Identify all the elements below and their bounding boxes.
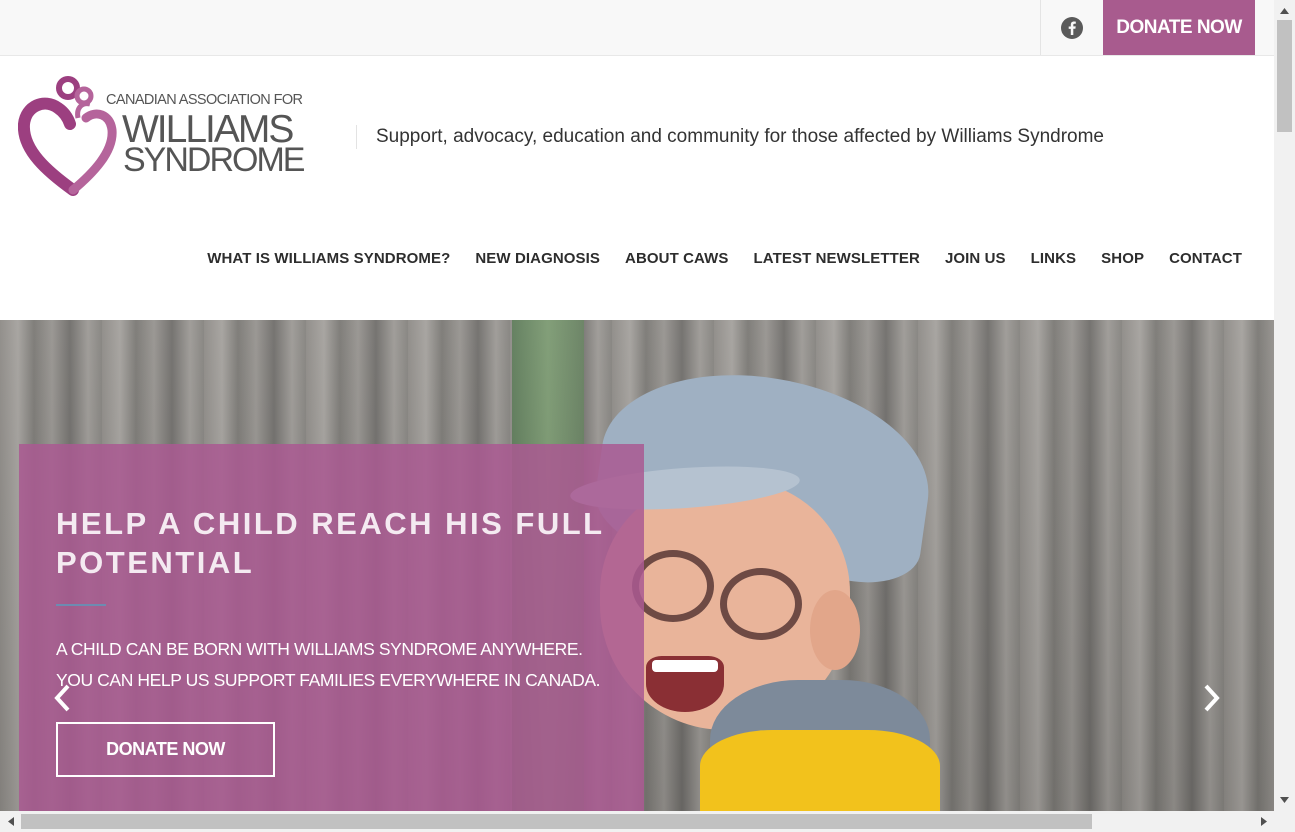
- horizontal-scrollbar-thumb[interactable]: [21, 814, 1092, 829]
- scroll-right-arrow-icon[interactable]: [1255, 811, 1273, 832]
- vertical-scrollbar[interactable]: [1274, 0, 1295, 811]
- nav-item-what-is-williams-syndrome[interactable]: WHAT IS WILLIAMS SYNDROME?: [207, 250, 450, 267]
- scroll-up-arrow-icon[interactable]: [1274, 2, 1295, 20]
- child-mouth: [646, 656, 724, 712]
- child-ear: [810, 590, 860, 670]
- nav-item-new-diagnosis[interactable]: NEW DIAGNOSIS: [475, 250, 600, 267]
- child-glasses-left: [632, 550, 714, 622]
- main-navigation: WHAT IS WILLIAMS SYNDROME? NEW DIAGNOSIS…: [207, 250, 1242, 267]
- site-logo[interactable]: CANADIAN ASSOCIATION FOR WILLIAMS SYNDRO…: [18, 72, 338, 200]
- chevron-right-icon: [1204, 684, 1220, 712]
- hero-title: HELP A CHILD REACH HIS FULL POTENTIAL: [56, 506, 605, 580]
- logo-text-association: CANADIAN ASSOCIATION FOR: [106, 92, 303, 108]
- hero-donate-now-button[interactable]: DONATE NOW: [56, 722, 275, 777]
- nav-item-join-us[interactable]: JOIN US: [945, 250, 1006, 267]
- hero-slider: HELP A CHILD REACH HIS FULL POTENTIAL A …: [0, 320, 1274, 811]
- facebook-icon: [1061, 16, 1083, 39]
- site-tagline: Support, advocacy, education and communi…: [376, 126, 1104, 147]
- nav-item-links[interactable]: LINKS: [1031, 250, 1077, 267]
- vertical-scrollbar-thumb[interactable]: [1277, 20, 1292, 132]
- hero-caption-card: HELP A CHILD REACH HIS FULL POTENTIAL A …: [19, 444, 644, 811]
- logo-text-syndrome: SYNDROME: [123, 141, 305, 179]
- facebook-link[interactable]: [1040, 0, 1103, 55]
- chevron-left-icon: [54, 684, 70, 712]
- child-jacket: [700, 730, 940, 811]
- hero-title-rule: [56, 604, 106, 606]
- horizontal-scrollbar[interactable]: [0, 811, 1295, 832]
- nav-item-contact[interactable]: CONTACT: [1169, 250, 1242, 267]
- child-glasses-right: [720, 568, 802, 640]
- slider-prev-button[interactable]: [50, 678, 76, 718]
- donate-now-button-top[interactable]: DONATE NOW: [1103, 0, 1255, 55]
- slider-next-button[interactable]: [1198, 678, 1224, 718]
- nav-item-shop[interactable]: SHOP: [1101, 250, 1144, 267]
- nav-item-about-caws[interactable]: ABOUT CAWS: [625, 250, 729, 267]
- scroll-left-arrow-icon[interactable]: [2, 811, 20, 832]
- hero-text: A child can be born with Williams Syndro…: [56, 639, 601, 690]
- header-divider: [356, 125, 357, 149]
- nav-item-latest-newsletter[interactable]: LATEST NEWSLETTER: [754, 250, 920, 267]
- scroll-down-arrow-icon[interactable]: [1274, 791, 1295, 809]
